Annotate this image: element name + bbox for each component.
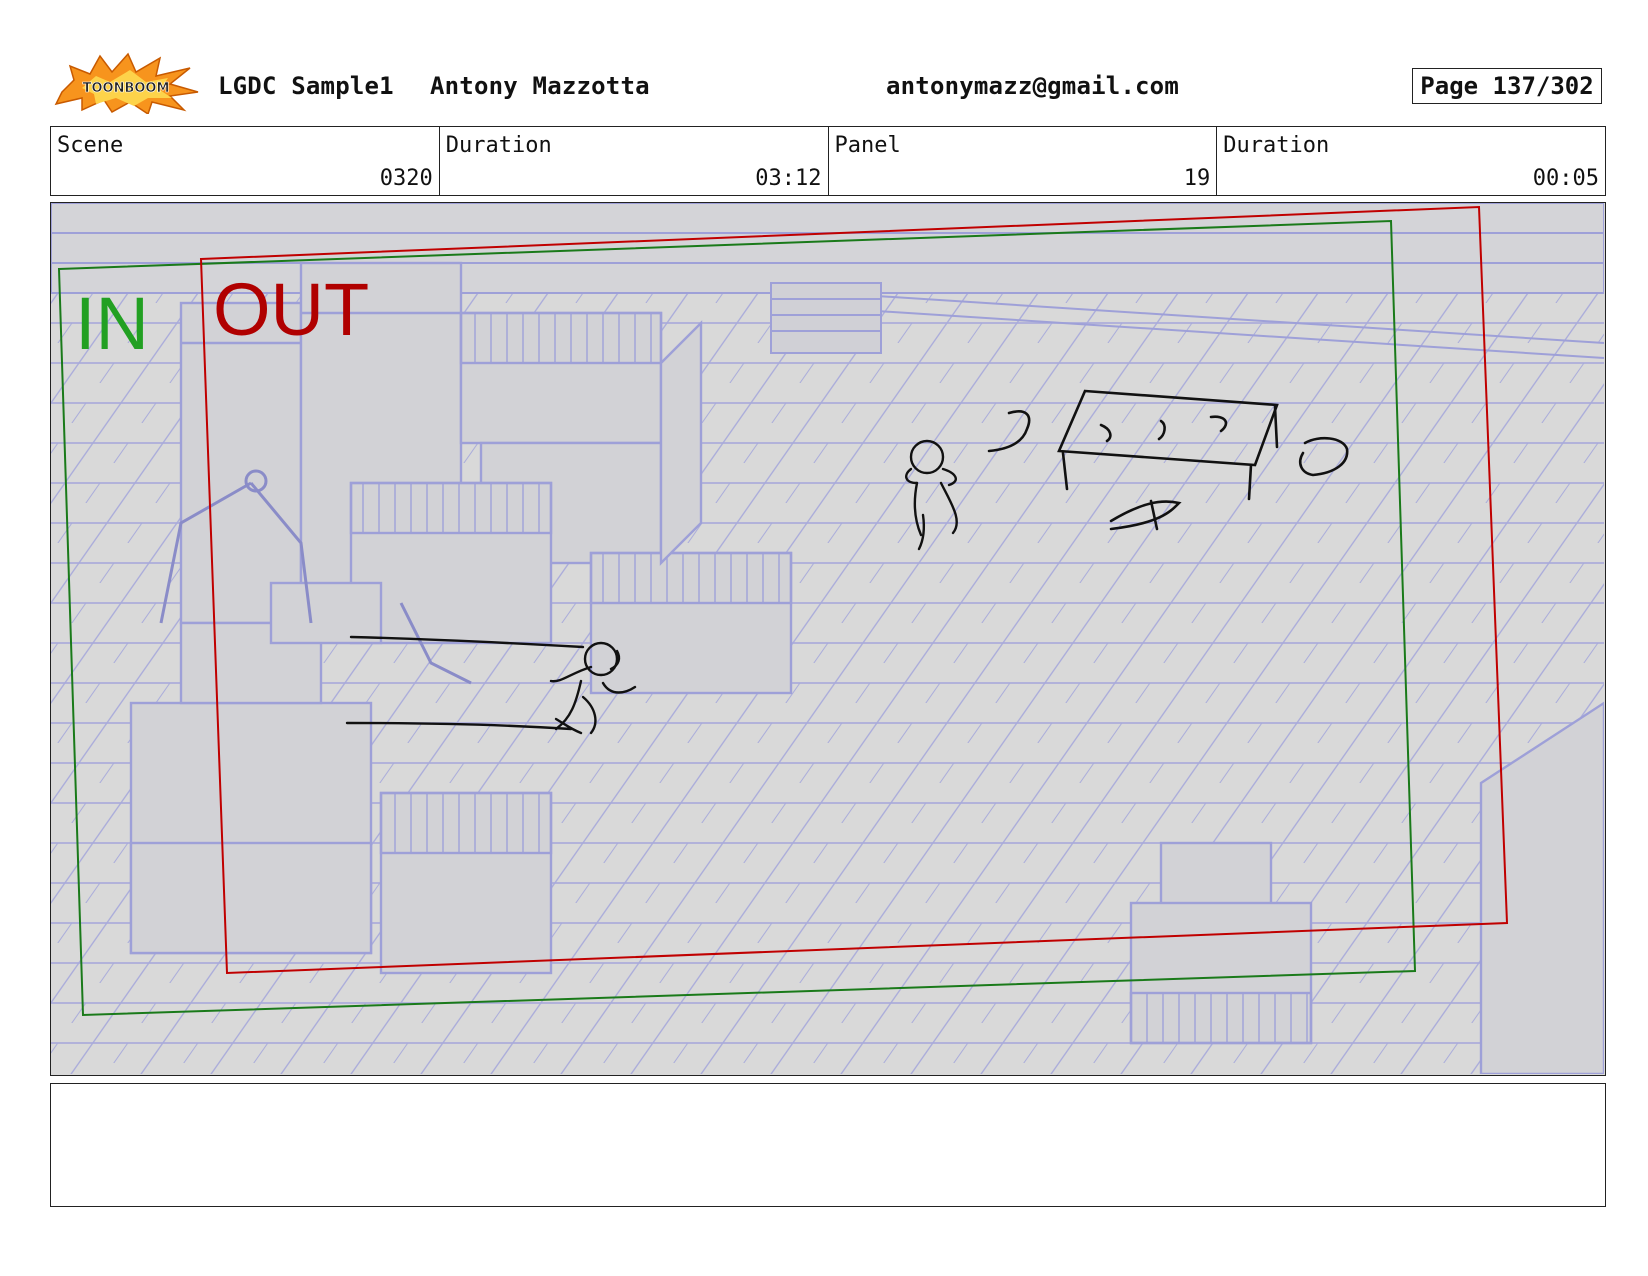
scene-duration-label: Duration bbox=[445, 133, 552, 158]
scene-cell: Scene 0320 bbox=[51, 127, 440, 195]
in-label: IN bbox=[75, 282, 149, 365]
panel-drawing: IN OUT bbox=[51, 203, 1604, 1074]
page-header: TOONBOOM LGDC Sample1 Antony Mazzotta an… bbox=[0, 0, 1648, 120]
scene-label: Scene bbox=[57, 133, 124, 158]
panel-cell: Panel 19 bbox=[829, 127, 1218, 195]
panel-notes bbox=[50, 1083, 1606, 1207]
author-name: Antony Mazzotta bbox=[430, 72, 650, 100]
scene-duration-cell: Duration 03:12 bbox=[440, 127, 829, 195]
panel-value: 19 bbox=[1183, 166, 1211, 191]
panel-duration-cell: Duration 00:05 bbox=[1217, 127, 1605, 195]
out-label: OUT bbox=[213, 268, 369, 351]
stairs bbox=[770, 282, 882, 354]
project-title: LGDC Sample1 bbox=[218, 72, 394, 100]
author-email: antonymazz@gmail.com bbox=[886, 72, 1179, 100]
scene-value: 0320 bbox=[379, 166, 433, 191]
panel-duration-label: Duration bbox=[1223, 133, 1330, 158]
svg-text:TOONBOOM: TOONBOOM bbox=[83, 81, 170, 96]
scene-duration-value: 03:12 bbox=[755, 166, 822, 191]
scene-info-table: Scene 0320 Duration 03:12 Panel 19 Durat… bbox=[50, 126, 1606, 196]
panel-duration-value: 00:05 bbox=[1532, 166, 1599, 191]
page-number: Page 137/302 bbox=[1412, 68, 1602, 104]
panel-label: Panel bbox=[834, 133, 901, 158]
storyboard-panel: IN OUT bbox=[50, 202, 1606, 1076]
toonboom-logo: TOONBOOM bbox=[54, 52, 199, 114]
